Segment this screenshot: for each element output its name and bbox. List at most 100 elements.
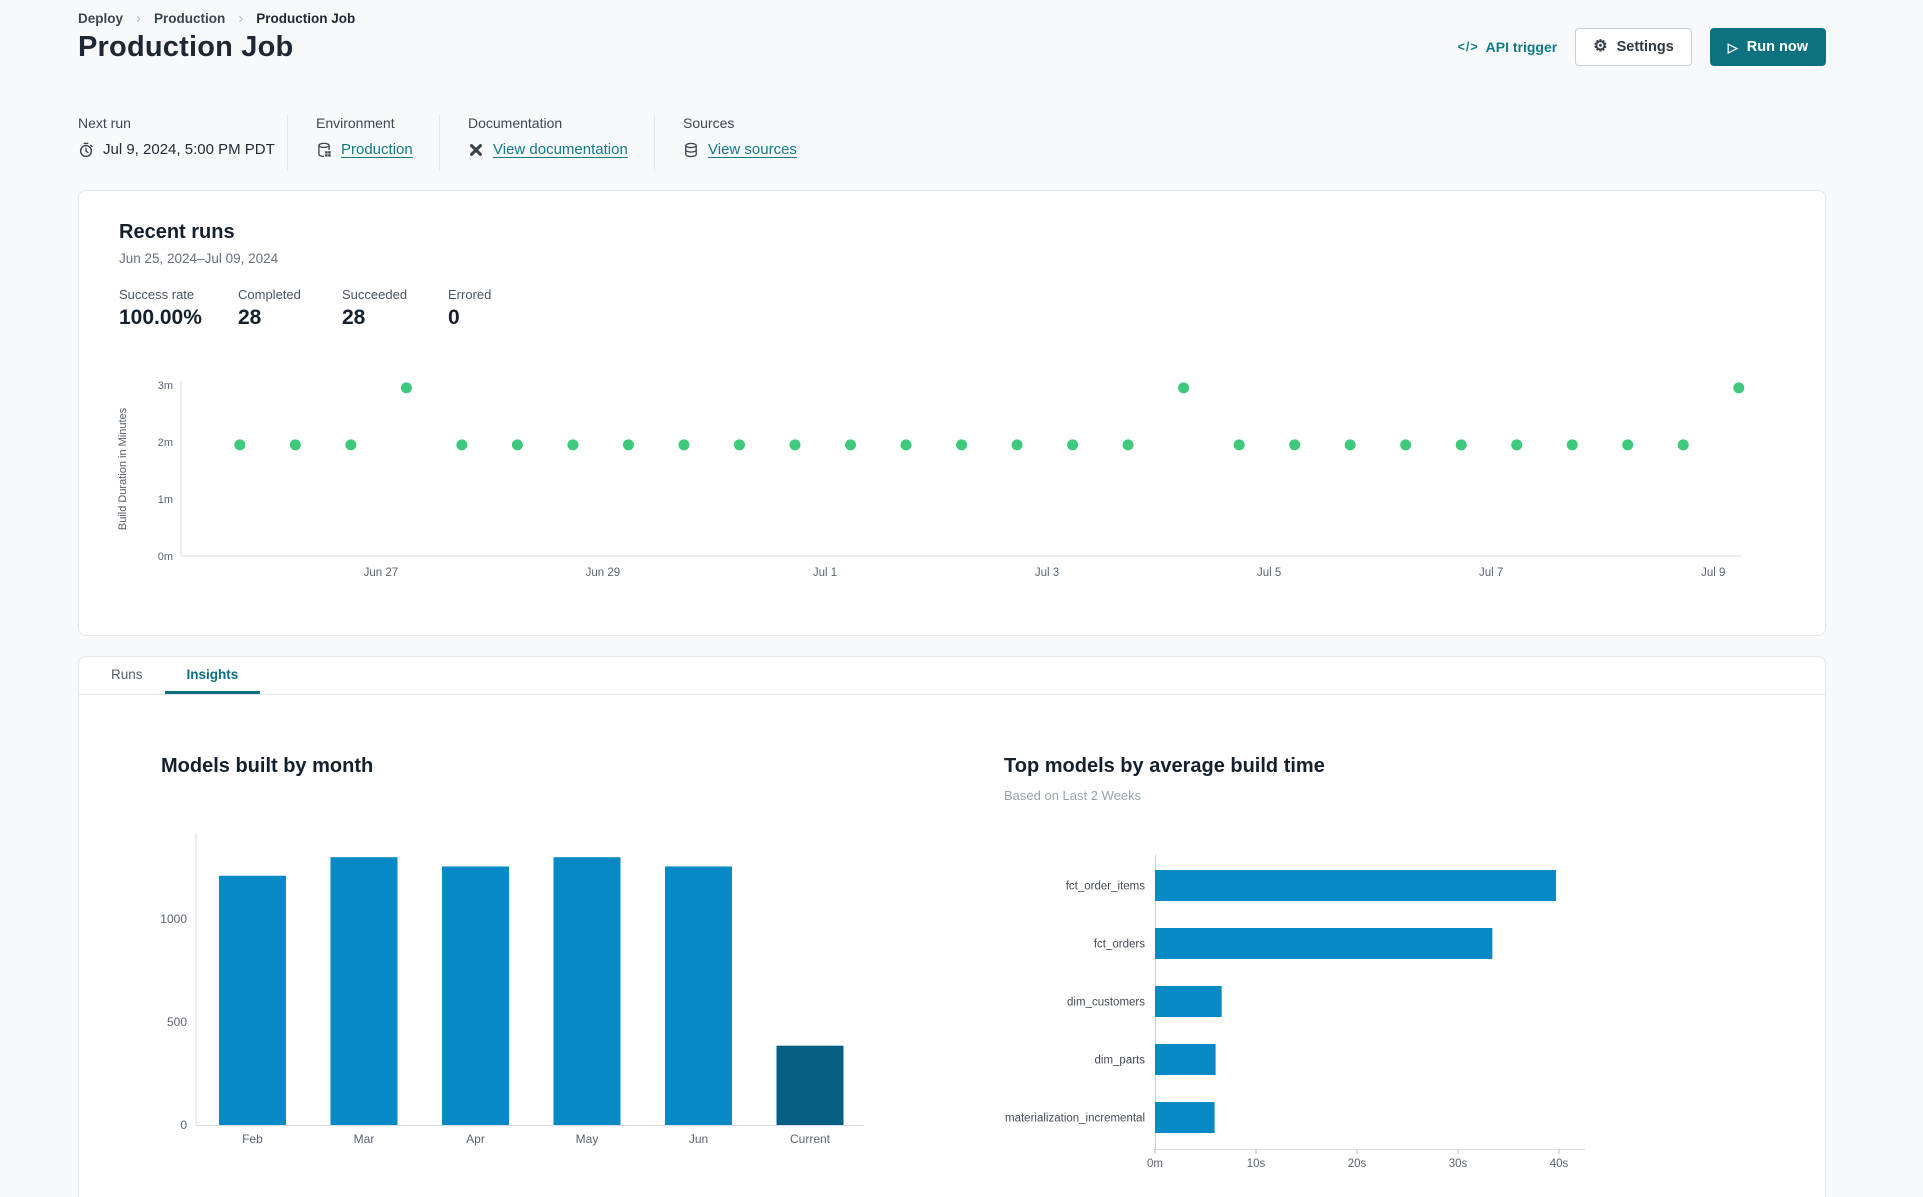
run-data-point [1344, 439, 1356, 451]
breadcrumb-deploy[interactable]: Deploy [78, 11, 123, 26]
next-run-value: Jul 9, 2024, 5:00 PM PDT [78, 141, 275, 158]
x-tick-label: 10s [1247, 1158, 1266, 1170]
run-now-label: Run now [1746, 39, 1808, 55]
meta-next-run: Next run Jul 9, 2024, 5:00 PM PDT [78, 115, 288, 171]
x-tick-label: 30s [1449, 1158, 1468, 1170]
x-category-label: Apr [466, 1132, 485, 1146]
run-data-point [1566, 439, 1578, 451]
y-tick-label: 500 [167, 1015, 187, 1029]
x-category-label: May [576, 1132, 599, 1146]
run-data-point [345, 439, 357, 451]
run-data-point [1289, 439, 1301, 451]
breadcrumb-production[interactable]: Production [154, 11, 225, 26]
x-tick-label: 40s [1550, 1158, 1569, 1170]
bar-may [553, 857, 621, 1125]
breadcrumb: Deploy › Production › Production Job [78, 10, 355, 27]
dbt-docs-icon [470, 143, 482, 156]
page-title: Production Job [78, 30, 294, 63]
gear-icon: ⚙ [1593, 38, 1608, 55]
settings-button[interactable]: ⚙ Settings [1575, 28, 1692, 66]
meta-label: Sources [683, 115, 735, 131]
x-category-label: Jun [689, 1132, 708, 1146]
run-data-point [289, 439, 301, 451]
x-tick-label: Jul 5 [1257, 567, 1281, 579]
chevron-right-icon: › [136, 10, 142, 27]
environment-link[interactable]: Production [341, 141, 413, 158]
run-data-point [1233, 439, 1245, 451]
y-tick-label: 0 [180, 1118, 187, 1132]
stat-completed: Completed 28 [238, 287, 301, 329]
settings-label: Settings [1616, 39, 1674, 55]
view-documentation-link[interactable]: View documentation [493, 141, 628, 158]
top-models-chart-title: Top models by average build time [1004, 755, 1325, 777]
y-tick-label: 3m [158, 380, 173, 392]
title-row: Production Job </> API trigger ⚙ Setting… [78, 28, 1826, 66]
bar-dim_parts [1155, 1044, 1216, 1075]
run-data-point [456, 439, 468, 451]
y-tick-label: 0m [158, 551, 173, 563]
run-data-point [1511, 439, 1523, 451]
tab-insights[interactable]: Insights [164, 657, 261, 694]
job-meta-row: Next run Jul 9, 2024, 5:00 PM PDT Enviro… [78, 115, 853, 171]
chevron-right-icon: › [238, 10, 244, 27]
run-data-point [1011, 439, 1023, 451]
bar-chart-svg: 0 500 1000 Feb Mar Apr May Jun Current [160, 833, 864, 1146]
run-data-point [1122, 439, 1134, 451]
bar-mar [330, 857, 398, 1125]
model-name-label: dim_customers [1067, 997, 1145, 1009]
run-data-point [900, 439, 912, 451]
recent-runs-card: Recent runs Jun 25, 2024–Jul 09, 2024 Su… [78, 190, 1826, 636]
breadcrumb-current-page: Production Job [256, 11, 356, 26]
run-data-point [1178, 382, 1190, 394]
stat-errored: Errored 0 [448, 287, 492, 329]
run-data-point [733, 439, 745, 451]
model-name-label: fct_order_items [1066, 881, 1146, 893]
build-duration-scatter-chart: 0m 1m 2m 3m Build Duration in Minutes Jun 27 J… [79, 361, 1825, 611]
top-models-hbar-chart: fct_order_items fct_orders dim_customers di… [929, 847, 1653, 1177]
models-built-bar-chart: 0 500 1000 Feb Mar Apr May Jun Current [139, 807, 999, 1197]
model-name-label: fct_orders [1094, 939, 1145, 951]
run-data-point [1733, 382, 1745, 394]
meta-environment: Environment Production [316, 115, 440, 171]
x-category-label: Feb [242, 1132, 263, 1146]
x-tick-label: Jun 27 [364, 567, 399, 579]
scatter-svg: 0m 1m 2m 3m Build Duration in Minutes Jun 27 J… [117, 380, 1745, 579]
api-trigger-link[interactable]: </> API trigger [1458, 39, 1558, 55]
hbar-chart-svg: fct_order_items fct_orders dim_customersdi… [1005, 855, 1585, 1170]
bar-apr [442, 866, 509, 1125]
run-data-point [1677, 439, 1689, 451]
run-data-point [956, 439, 968, 451]
bar-jun [665, 866, 732, 1125]
bar-feb [219, 875, 286, 1125]
bar-dim_customers [1155, 986, 1222, 1017]
run-now-button[interactable]: ▷ Run now [1709, 28, 1826, 66]
meta-sources: Sources View sources [683, 115, 825, 171]
database-icon [685, 142, 697, 157]
x-tick-label: 0m [1147, 1158, 1163, 1170]
x-category-label: Mar [354, 1132, 375, 1146]
x-category-label: Current [790, 1132, 831, 1146]
run-data-point [1400, 439, 1412, 451]
meta-label: Documentation [468, 115, 563, 131]
x-tick-label: Jul 3 [1035, 567, 1059, 579]
run-data-point [789, 439, 801, 451]
bar-fct_order_items [1155, 870, 1556, 901]
code-icon: </> [1457, 40, 1479, 54]
stat-success-rate: Success rate 100.00% [119, 287, 202, 329]
run-data-point [678, 439, 690, 451]
run-data-point [1067, 439, 1079, 451]
recent-runs-stats: Success rate 100.00% Completed 28 Succee… [119, 287, 491, 330]
view-sources-link[interactable]: View sources [708, 141, 797, 158]
tab-bar: Runs Insights [79, 657, 1825, 695]
header-actions: </> API trigger ⚙ Settings ▷ Run now [1458, 28, 1826, 66]
run-data-point [845, 439, 857, 451]
y-axis-title: Build Duration in Minutes [117, 407, 129, 530]
recent-runs-date-range: Jun 25, 2024–Jul 09, 2024 [119, 251, 279, 266]
meta-label: Next run [78, 115, 131, 131]
y-tick-label: 2m [158, 437, 173, 449]
y-tick-label: 1000 [160, 912, 187, 926]
tab-runs[interactable]: Runs [89, 657, 165, 694]
meta-label: Environment [316, 115, 395, 131]
recent-runs-title: Recent runs [119, 221, 235, 243]
run-data-point [511, 439, 523, 451]
